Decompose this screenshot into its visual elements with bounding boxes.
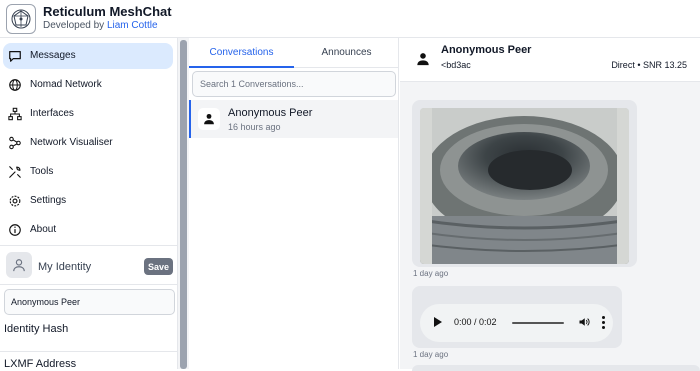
peer-name: Anonymous Peer <box>441 44 532 56</box>
chat-header: Anonymous Peer <bd3ac Direct • SNR 13.25 <box>400 38 700 82</box>
display-name-field[interactable] <box>4 289 175 315</box>
volume-icon[interactable] <box>578 316 590 328</box>
conversation-item[interactable]: Anonymous Peer 16 hours ago <box>189 100 398 138</box>
tab-conversations[interactable]: Conversations <box>189 38 294 68</box>
sidebar-item-label: About <box>30 224 57 235</box>
app-subtitle: Developed by Liam Cottle <box>43 20 158 31</box>
sidebar-item-network-visualiser[interactable]: Network Visualiser <box>3 130 173 156</box>
wrench-icon <box>9 166 21 178</box>
sidebar-item-label: Nomad Network <box>30 79 102 90</box>
message-time: 1 day ago <box>413 269 449 278</box>
save-button[interactable]: Save <box>144 258 173 275</box>
globe-icon <box>9 79 21 91</box>
my-identity-label: My Identity <box>38 261 92 273</box>
sidebar-item-label: Interfaces <box>30 108 74 119</box>
sidebar-divider <box>0 245 178 246</box>
sidebar-item-label: Network Visualiser <box>30 137 113 148</box>
audio-time: 0:00 / 0:02 <box>454 317 497 327</box>
user-icon <box>13 259 25 272</box>
sidebar-item-about[interactable]: About <box>3 217 173 243</box>
play-icon[interactable] <box>434 317 442 327</box>
graph-icon <box>9 136 21 150</box>
peer-hash: <bd3ac <box>441 60 471 70</box>
user-icon <box>417 53 429 66</box>
sidebar-item-nomad-network[interactable]: Nomad Network <box>3 72 173 98</box>
sidebar-item-interfaces[interactable]: Interfaces <box>3 101 173 127</box>
subtitle-prefix: Developed by <box>43 20 105 31</box>
tyre-photo[interactable] <box>420 108 629 264</box>
tab-announces[interactable]: Announces <box>294 38 399 68</box>
search-input[interactable] <box>192 71 396 97</box>
audio-progress-bar[interactable] <box>512 322 564 324</box>
sidebar-divider <box>0 351 178 352</box>
app-logo-icon <box>6 4 36 34</box>
peer-status: Direct • SNR 13.25 <box>611 60 687 70</box>
sidebar-item-tools[interactable]: Tools <box>3 159 173 185</box>
sidebar: Messages Nomad Network Interfaces Networ… <box>0 38 178 370</box>
identity-avatar <box>6 252 32 278</box>
user-icon <box>204 113 214 125</box>
lxmf-address-label: LXMF Address <box>4 358 77 370</box>
sidebar-item-label: Settings <box>30 195 67 206</box>
message-bubble-partial <box>412 365 700 371</box>
message-bubble-audio: 0:00 / 0:02 <box>412 286 622 348</box>
conversations-panel: Conversations Announces Anonymous Peer 1… <box>189 38 399 369</box>
conversation-name: Anonymous Peer <box>228 107 313 119</box>
audio-player[interactable]: 0:00 / 0:02 <box>420 304 613 342</box>
chat-panel: Anonymous Peer <bd3ac Direct • SNR 13.25 <box>400 38 700 371</box>
gear-icon <box>9 195 21 207</box>
conversation-time: 16 hours ago <box>228 122 281 132</box>
more-options-icon[interactable] <box>602 316 606 330</box>
app-title: Reticulum MeshChat <box>43 4 172 19</box>
sidebar-item-label: Messages <box>30 50 76 61</box>
message-time: 1 day ago <box>413 350 449 359</box>
peer-avatar <box>198 108 220 130</box>
chat-bubble-icon <box>9 51 21 62</box>
sidebar-item-settings[interactable]: Settings <box>3 188 173 214</box>
app-header: Reticulum MeshChat Developed by Liam Cot… <box>0 0 700 38</box>
message-bubble-image <box>412 100 637 267</box>
sidebar-scrollbar-thumb[interactable] <box>180 40 187 369</box>
info-icon <box>9 224 21 236</box>
sidebar-divider <box>0 284 178 285</box>
network-icon <box>8 107 22 121</box>
sidebar-item-messages[interactable]: Messages <box>3 43 173 69</box>
sidebar-item-label: Tools <box>30 166 54 177</box>
author-link[interactable]: Liam Cottle <box>107 20 158 31</box>
identity-hash-label: Identity Hash <box>4 323 69 335</box>
